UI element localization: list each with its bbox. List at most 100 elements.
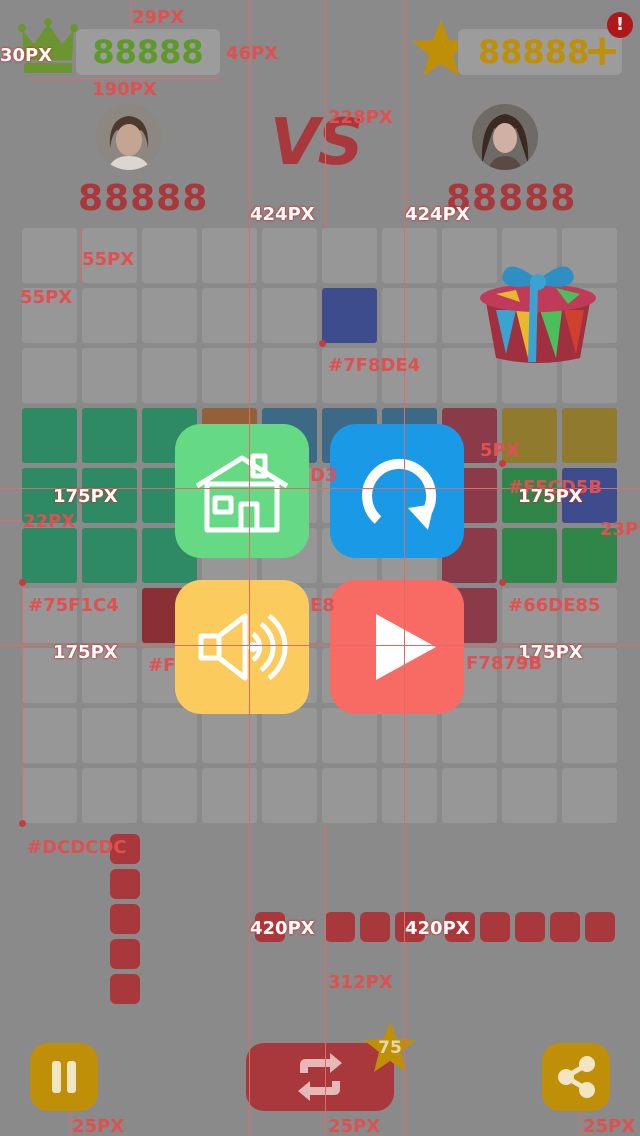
home-icon [195,453,289,533]
board-cell[interactable] [322,288,377,343]
piece-cell[interactable] [110,904,140,934]
board-cell[interactable] [562,408,617,463]
board-cell[interactable] [22,768,77,823]
board-cell[interactable] [142,288,197,343]
board-cell[interactable] [142,348,197,403]
sound-button[interactable] [175,580,309,714]
board-cell[interactable] [22,408,77,463]
annotation: 420PX [405,918,470,939]
share-button[interactable] [542,1043,610,1111]
board-cell[interactable] [262,708,317,763]
board-cell[interactable] [82,768,137,823]
annotation: #F [148,655,176,676]
pause-button[interactable] [30,1043,98,1111]
annotation: 25PX [72,1116,125,1136]
annotation: 424PX [250,204,315,225]
share-icon [558,1056,595,1098]
piece-cell[interactable] [360,912,390,942]
gift-box-icon[interactable] [476,250,600,366]
piece-cell[interactable] [515,912,545,942]
board-cell[interactable] [142,228,197,283]
board-cell[interactable] [82,288,137,343]
board-cell[interactable] [382,288,437,343]
annotation: 30PX [0,45,53,66]
board-cell[interactable] [502,708,557,763]
play-icon [376,614,436,680]
piece-cell[interactable] [110,869,140,899]
board-cell[interactable] [382,768,437,823]
board-cell[interactable] [262,288,317,343]
annotation: 25PX [328,1116,381,1136]
piece-cell[interactable] [325,912,355,942]
piece-cell[interactable] [110,974,140,1004]
sound-icon [198,613,288,681]
board-cell[interactable] [82,708,137,763]
annotation: 420PX [250,918,315,939]
annotation: 175PX [53,486,118,507]
alert-badge[interactable]: ! [607,12,633,38]
annotation: #75F1C4 [28,595,119,616]
player-left-avatar[interactable] [96,104,162,170]
annotation: 312PX [328,972,393,993]
board-cell[interactable] [22,348,77,403]
board-cell[interactable] [562,768,617,823]
annotation: 5PX [480,440,520,461]
board-cell[interactable] [82,348,137,403]
annotation: 25PX [583,1116,636,1136]
piece-cell[interactable] [585,912,615,942]
annotation: 424PX [405,204,470,225]
annotation: D3 [310,465,338,486]
board-cell[interactable] [322,768,377,823]
game-screen: 88888 88888 + ! VS 88888 88888 75 29PX 3… [0,0,640,1136]
annotation: #7F8DE4 [328,355,421,376]
annotation: F7879B [466,653,543,674]
player-right-avatar[interactable] [472,104,538,170]
annotation: 23P [600,519,639,540]
board-cell[interactable] [142,708,197,763]
board-cell[interactable] [382,228,437,283]
annotation: 22PX [23,511,76,532]
board-cell[interactable] [442,708,497,763]
annotation: E8 [310,595,335,616]
board-cell[interactable] [22,708,77,763]
board-cell[interactable] [262,228,317,283]
annotation: #66DE85 [508,595,601,616]
piece-cell[interactable] [480,912,510,942]
piece-cell[interactable] [110,939,140,969]
board-cell[interactable] [142,768,197,823]
board-cell[interactable] [322,708,377,763]
annotation: 29PX [132,7,185,28]
coins-score: 88888 [92,33,204,71]
refresh-count-badge: 75 [362,1020,418,1076]
board-cell[interactable] [322,228,377,283]
home-button[interactable] [175,424,309,558]
play-button[interactable] [330,580,464,714]
badge-count: 75 [378,1038,402,1058]
annotation: #DCDCDC [27,837,127,858]
board-cell[interactable] [262,768,317,823]
board-cell[interactable] [82,528,137,583]
board-cell[interactable] [262,348,317,403]
board-cell[interactable] [502,528,557,583]
board-cell[interactable] [82,408,137,463]
annotation: 228PX [328,107,393,128]
piece-cell[interactable] [550,912,580,942]
player-left-score: 88888 [78,178,209,219]
board-cell[interactable] [562,708,617,763]
annotation: 55PX [20,287,73,308]
pause-icon [52,1061,76,1093]
board-cell[interactable] [442,768,497,823]
annotation: 55PX [82,249,135,270]
annotation: 46PX [226,43,279,64]
board-cell[interactable] [502,768,557,823]
restart-icon [362,458,437,530]
coins-score-box: 88888 [76,29,220,75]
annotation: 175PX [518,486,583,507]
board-cell[interactable] [382,708,437,763]
restart-button[interactable] [330,424,464,558]
annotation: 190PX [92,79,157,100]
stars-score: 88888 [478,33,590,71]
board-cell[interactable] [22,528,77,583]
annotation: 175PX [53,642,118,663]
board-cell[interactable] [22,228,77,283]
